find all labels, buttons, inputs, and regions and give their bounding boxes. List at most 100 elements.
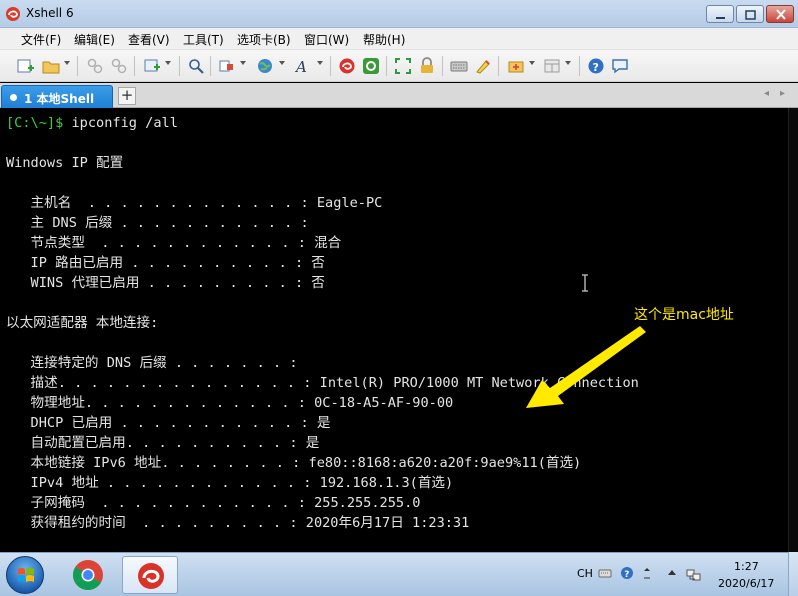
terminal-line: 连接特定的 DNS 后缀 . . . . . . . : (6, 355, 298, 371)
minimize-button[interactable] (706, 5, 734, 23)
layout-icon[interactable] (543, 57, 561, 75)
tab-label: 1 本地Shell (24, 92, 95, 106)
add-tab-button[interactable]: + (118, 87, 136, 105)
xshell-icon[interactable] (338, 57, 356, 75)
show-desktop-button[interactable] (788, 552, 798, 596)
add-dropdown-icon[interactable] (529, 61, 535, 65)
svg-text:A: A (294, 58, 307, 75)
terminal-line-mac-address: 物理地址. . . . . . . . . . . . . : 0C-18-A5… (6, 395, 454, 411)
menu-view[interactable]: 查看(V) (128, 31, 170, 48)
open-dropdown-icon[interactable] (64, 61, 70, 65)
tab-local-shell[interactable]: 1 本地Shell (1, 85, 113, 108)
toolbar-separator (210, 56, 211, 76)
new-tab-dropdown-icon[interactable] (165, 61, 171, 65)
disconnect-icon[interactable] (110, 57, 128, 75)
tab-bar: 1 本地Shell + ◂ ▸ (0, 83, 798, 108)
terminal-scrollbar[interactable] (788, 108, 798, 552)
globe-dropdown-icon[interactable] (279, 61, 285, 65)
chat-icon[interactable] (611, 57, 629, 75)
tray-expand-icon[interactable] (642, 566, 652, 580)
toolbar-separator (179, 56, 180, 76)
clock-date[interactable]: 2020/6/17 (718, 577, 774, 590)
lock-icon[interactable] (418, 57, 436, 75)
font-icon[interactable]: A (294, 57, 312, 75)
menu-help[interactable]: 帮助(H) (363, 31, 405, 48)
taskbar-xshell[interactable] (122, 556, 178, 594)
close-icon (776, 9, 786, 20)
network-tray-icon[interactable] (686, 566, 702, 582)
open-folder-icon[interactable] (42, 57, 60, 75)
tab-next-icon[interactable]: ▸ (780, 88, 785, 99)
add-icon[interactable] (507, 57, 525, 75)
clock-time[interactable]: 1:27 (734, 560, 759, 573)
terminal-line: IPv4 地址 . . . . . . . . . . . . : 192.16… (6, 475, 454, 491)
transfer-icon[interactable] (218, 57, 236, 75)
window-title: Xshell 6 (26, 6, 74, 20)
tab-prev-icon[interactable]: ◂ (764, 88, 769, 99)
terminal-line: 子网掩码 . . . . . . . . . . . . : 255.255.2… (6, 495, 421, 511)
terminal-line: IP 路由已启用 . . . . . . . . . . : 否 (6, 255, 325, 271)
menu-tab[interactable]: 选项卡(B) (237, 31, 291, 48)
terminal-line: 以太网适配器 本地连接: (6, 315, 159, 331)
toolbar: A ? (0, 50, 798, 82)
menu-window[interactable]: 窗口(W) (304, 31, 349, 48)
menu-file[interactable]: 文件(F) (21, 31, 61, 48)
keyboard-icon[interactable] (450, 57, 468, 75)
windows-logo-icon (18, 568, 34, 582)
terminal-command: ipconfig /all (63, 115, 178, 131)
maximize-icon (745, 10, 756, 20)
layout-dropdown-icon[interactable] (565, 61, 571, 65)
help-icon[interactable]: ? (587, 57, 605, 75)
xshell-taskbar-icon (138, 563, 164, 589)
terminal-line: 主 DNS 后缀 . . . . . . . . . . . : (6, 215, 309, 231)
svg-text:?: ? (593, 61, 599, 74)
chrome-icon (73, 560, 103, 591)
new-tab-icon[interactable] (143, 57, 161, 75)
terminal-command-line: [C:\~]$ ipconfig /all (6, 113, 178, 133)
font-dropdown-icon[interactable] (317, 61, 323, 65)
text-cursor-icon (582, 274, 588, 292)
toolbar-separator (330, 56, 331, 76)
terminal-output[interactable]: [C:\~]$ ipconfig /all Windows IP 配置 主机名 … (0, 108, 788, 552)
keyboard-tray-icon[interactable] (598, 566, 612, 580)
terminal-line: 本地链接 IPv6 地址. . . . . . . . : fe80::8168… (6, 455, 582, 471)
toolbar-separator (442, 56, 443, 76)
menu-tools[interactable]: 工具(T) (183, 31, 224, 48)
terminal-line: 获得租约的时间 . . . . . . . . . : 2020年6月17日 1… (6, 515, 470, 531)
xftp-icon[interactable] (362, 57, 380, 75)
start-button[interactable] (6, 556, 44, 594)
toolbar-separator (579, 56, 580, 76)
show-hidden-icons-icon[interactable] (665, 566, 679, 580)
svg-text:?: ? (624, 570, 629, 580)
highlight-icon[interactable] (474, 57, 492, 75)
maximize-button[interactable] (736, 5, 764, 23)
terminal-line: 节点类型 . . . . . . . . . . . . : 混合 (6, 235, 342, 251)
terminal-line: 自动配置已启用. . . . . . . . . . : 是 (6, 435, 320, 451)
transfer-dropdown-icon[interactable] (240, 61, 246, 65)
terminal-prompt: [C:\~]$ (6, 115, 64, 131)
taskbar-chrome[interactable] (60, 556, 116, 594)
minimize-icon (716, 17, 725, 19)
toolbar-separator (386, 56, 387, 76)
terminal-line: WINS 代理已启用 . . . . . . . . . : 否 (6, 275, 325, 291)
title-bar: Xshell 6 (0, 0, 798, 28)
annotation-arrow-icon (526, 326, 646, 408)
terminal-line: Windows IP 配置 (6, 155, 124, 171)
terminal-line: DHCP 已启用 . . . . . . . . . . . : 是 (6, 415, 331, 431)
find-icon[interactable] (187, 57, 205, 75)
menu-bar: 文件(F) 编辑(E) 查看(V) 工具(T) 选项卡(B) 窗口(W) 帮助(… (0, 28, 798, 50)
tab-status-icon (10, 94, 17, 101)
new-session-icon[interactable] (16, 57, 34, 75)
terminal-line: 主机名 . . . . . . . . . . . . . : Eagle-PC (6, 195, 383, 211)
globe-icon[interactable] (256, 57, 274, 75)
toolbar-separator (134, 56, 135, 76)
connect-icon[interactable] (86, 57, 104, 75)
help-tray-icon[interactable]: ? (620, 566, 634, 580)
fullscreen-icon[interactable] (394, 57, 412, 75)
close-button[interactable] (766, 5, 794, 23)
ime-indicator[interactable]: CH (577, 567, 593, 580)
toolbar-separator (77, 56, 78, 76)
xshell-logo-icon (6, 7, 20, 21)
toolbar-separator (498, 56, 499, 76)
menu-edit[interactable]: 编辑(E) (74, 31, 115, 48)
